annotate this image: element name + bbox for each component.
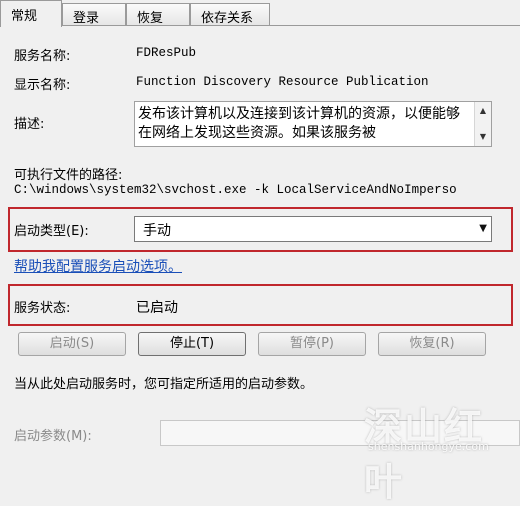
description-textbox[interactable]: 发布该计算机以及连接到该计算机的资源，以便能够在网络上发现这些资源。如果该服务被… [134, 101, 492, 147]
exe-path-label: 可执行文件的路径: [14, 168, 123, 183]
display-name-value: Function Discovery Resource Publication [136, 75, 429, 89]
service-status-value: 已启动 [136, 300, 178, 316]
description-scrollbar[interactable]: ▲ ▼ [474, 102, 491, 146]
service-status-highlight [8, 284, 513, 326]
watermark-url: shenshanhongye.com [368, 440, 489, 453]
tab-bar: 常规 登录 恢复 依存关系 [0, 0, 520, 27]
scroll-up-arrow-icon[interactable]: ▲ [475, 104, 491, 118]
description-text: 发布该计算机以及连接到该计算机的资源，以便能够在网络上发现这些资源。如果该服务被 [138, 106, 460, 141]
start-params-hint: 当从此处启动服务时，您可指定所适用的启动参数。 [14, 377, 314, 392]
chevron-down-icon[interactable]: ▼ [479, 223, 487, 234]
service-name-label: 服务名称: [14, 49, 71, 64]
service-name-value: FDResPub [136, 46, 197, 60]
display-name-label: 显示名称: [14, 78, 71, 93]
help-configure-startup-link[interactable]: 帮助我配置服务启动选项。 [14, 256, 182, 276]
tab-general[interactable]: 常规 [0, 0, 62, 27]
tab-dependencies[interactable]: 依存关系 [190, 3, 270, 26]
start-button[interactable]: 启动(S) [18, 332, 126, 356]
description-label: 描述: [14, 117, 45, 132]
scroll-down-arrow-icon[interactable]: ▼ [475, 130, 491, 144]
start-params-label: 启动参数(M): [14, 429, 92, 444]
tab-recovery[interactable]: 恢复 [126, 3, 190, 26]
startup-type-value: 手动 [143, 223, 171, 239]
startup-type-label: 启动类型(E): [14, 224, 89, 239]
service-status-label: 服务状态: [14, 301, 71, 316]
tab-logon[interactable]: 登录 [62, 3, 126, 26]
startup-type-dropdown[interactable]: 手动 ▼ [134, 216, 492, 242]
pause-button[interactable]: 暂停(P) [258, 332, 366, 356]
exe-path-value: C:\windows\system32\svchost.exe -k Local… [14, 183, 457, 197]
stop-button[interactable]: 停止(T) [138, 332, 246, 356]
resume-button[interactable]: 恢复(R) [378, 332, 486, 356]
